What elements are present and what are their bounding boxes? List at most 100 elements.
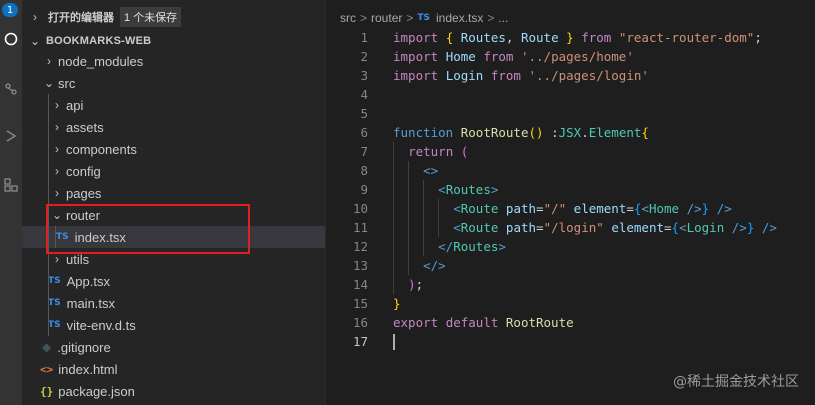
open-editors-label: 打开的编辑器 <box>48 12 114 24</box>
code-line: 15 } <box>326 294 815 313</box>
indent-guide <box>48 292 49 314</box>
tree-item-label: components <box>66 141 137 157</box>
line-number: 14 <box>352 277 368 292</box>
tree-item-src[interactable]: ⌄ src <box>22 72 325 94</box>
extensions-icon[interactable] <box>0 174 22 196</box>
code-line: 16 export default RootRoute <box>326 313 815 332</box>
tree-item-label: pages <box>66 185 102 201</box>
line-number: 15 <box>352 296 368 311</box>
code-line: 7 return ( <box>326 142 815 161</box>
tree-item-label: App.tsx <box>66 273 110 289</box>
indent-guide <box>48 160 49 182</box>
line-number: 11 <box>352 220 368 235</box>
tree-item-vite-env[interactable]: TS vite-env.d.ts <box>22 314 325 336</box>
chevron-right-icon: › <box>33 10 37 24</box>
line-number: 2 <box>360 49 368 64</box>
tree-item-config[interactable]: › config <box>22 160 325 182</box>
code-line: 1 import { Routes, Route } from "react-r… <box>326 28 815 47</box>
indent-guide <box>48 314 49 336</box>
tree-item-api[interactable]: › api <box>22 94 325 116</box>
tree-item-label: .gitignore <box>57 339 111 355</box>
code-text: } <box>393 296 401 311</box>
indent-guide <box>48 116 49 138</box>
chevron-right-icon: › <box>47 54 51 68</box>
tree-item-package-json[interactable]: {} package.json <box>22 380 325 402</box>
breadcrumb-item[interactable]: ... <box>498 11 508 25</box>
tree-item-label: node_modules <box>58 53 144 69</box>
tree-item-node-modules[interactable]: › node_modules <box>22 50 325 72</box>
code-text: </> <box>423 258 446 273</box>
code-line: 9 <Routes> <box>326 180 815 199</box>
tree-item-pages[interactable]: › pages <box>22 182 325 204</box>
breadcrumb-item[interactable]: src <box>340 11 356 25</box>
breadcrumb-separator: > <box>406 11 414 25</box>
typescript-file-icon: TS <box>48 298 61 308</box>
breadcrumb-item[interactable]: index.tsx <box>436 11 483 25</box>
line-number: 17 <box>352 334 368 349</box>
annotation-highlight-box <box>46 204 250 254</box>
code-editor[interactable]: src > router > TS index.tsx > ... 1 impo… <box>326 0 815 405</box>
tree-item-gitignore[interactable]: ◆ .gitignore <box>22 336 325 358</box>
code-text: import Login from '../pages/login' <box>393 68 649 83</box>
notification-badge: 1 <box>2 3 18 17</box>
code-line: 13 </> <box>326 256 815 275</box>
chevron-right-icon: › <box>55 252 59 266</box>
workspace-header[interactable]: ⌄ BOOKMARKS-WEB <box>22 30 325 52</box>
code-text: <> <box>423 163 439 178</box>
watermark: @稀土掘金技术社区 <box>673 374 799 390</box>
indent-guide <box>48 182 49 204</box>
open-editors-header[interactable]: › 打开的编辑器 1 个未保存 <box>22 6 325 28</box>
line-number: 7 <box>360 144 368 159</box>
html-file-icon: <> <box>40 362 54 376</box>
line-number: 4 <box>360 87 368 102</box>
code-text: return ( <box>408 144 469 159</box>
tree-item-components[interactable]: › components <box>22 138 325 160</box>
tree-item-label: api <box>66 97 84 113</box>
files-icon[interactable] <box>0 28 22 50</box>
code-line: 4 <box>326 85 815 104</box>
tree-item-assets[interactable]: › assets <box>22 116 325 138</box>
line-number: 13 <box>352 258 368 273</box>
activity-bar: 1 <box>0 0 22 405</box>
typescript-file-icon: TS <box>48 320 61 330</box>
code-line-active: 17 <box>326 332 815 351</box>
breadcrumb-separator: > <box>360 11 368 25</box>
breadcrumb-separator: > <box>487 11 495 25</box>
explorer-sidebar: › 打开的编辑器 1 个未保存 ⌄ BOOKMARKS-WEB › node_m… <box>22 0 326 405</box>
source-control-icon[interactable] <box>0 78 22 100</box>
tree-item-label: src <box>58 75 76 91</box>
code-text: export default RootRoute <box>393 315 574 330</box>
code-text: import { Routes, Route } from "react-rou… <box>393 30 762 45</box>
chevron-right-icon: › <box>55 120 59 134</box>
tree-item-index-html[interactable]: <> index.html <box>22 358 325 380</box>
unsaved-count-badge: 1 个未保存 <box>120 7 182 27</box>
breadcrumb-item[interactable]: router <box>371 11 402 25</box>
line-number: 8 <box>360 163 368 178</box>
line-number: 12 <box>352 239 368 254</box>
tree-item-label: assets <box>66 119 104 135</box>
code-text: ); <box>408 277 424 292</box>
code-line: 11 <Route path="/login" element={<Login … <box>326 218 815 237</box>
indent-guide <box>48 138 49 160</box>
git-file-icon: ◆ <box>42 340 52 354</box>
code-line: 8 <> <box>326 161 815 180</box>
chevron-right-icon: › <box>55 98 59 112</box>
tree-item-label: package.json <box>58 383 135 399</box>
run-debug-icon[interactable] <box>0 125 22 147</box>
line-number: 9 <box>360 182 368 197</box>
tree-item-app-tsx[interactable]: TS App.tsx <box>22 270 325 292</box>
chevron-right-icon: › <box>55 186 59 200</box>
tree-item-label: config <box>66 163 101 179</box>
typescript-file-icon: TS <box>417 13 431 23</box>
code-line: 14 ); <box>326 275 815 294</box>
typescript-file-icon: TS <box>48 276 61 286</box>
tree-item-label: index.html <box>58 361 118 377</box>
tree-item-main-tsx[interactable]: TS main.tsx <box>22 292 325 314</box>
code-line: 3 import Login from '../pages/login' <box>326 66 815 85</box>
indent-guide <box>48 94 49 116</box>
chevron-down-icon: ⌄ <box>29 34 41 48</box>
code-line: 2 import Home from '../pages/home' <box>326 47 815 66</box>
indent-guide <box>48 270 49 292</box>
line-number: 3 <box>360 68 368 83</box>
chevron-right-icon: › <box>55 142 59 156</box>
